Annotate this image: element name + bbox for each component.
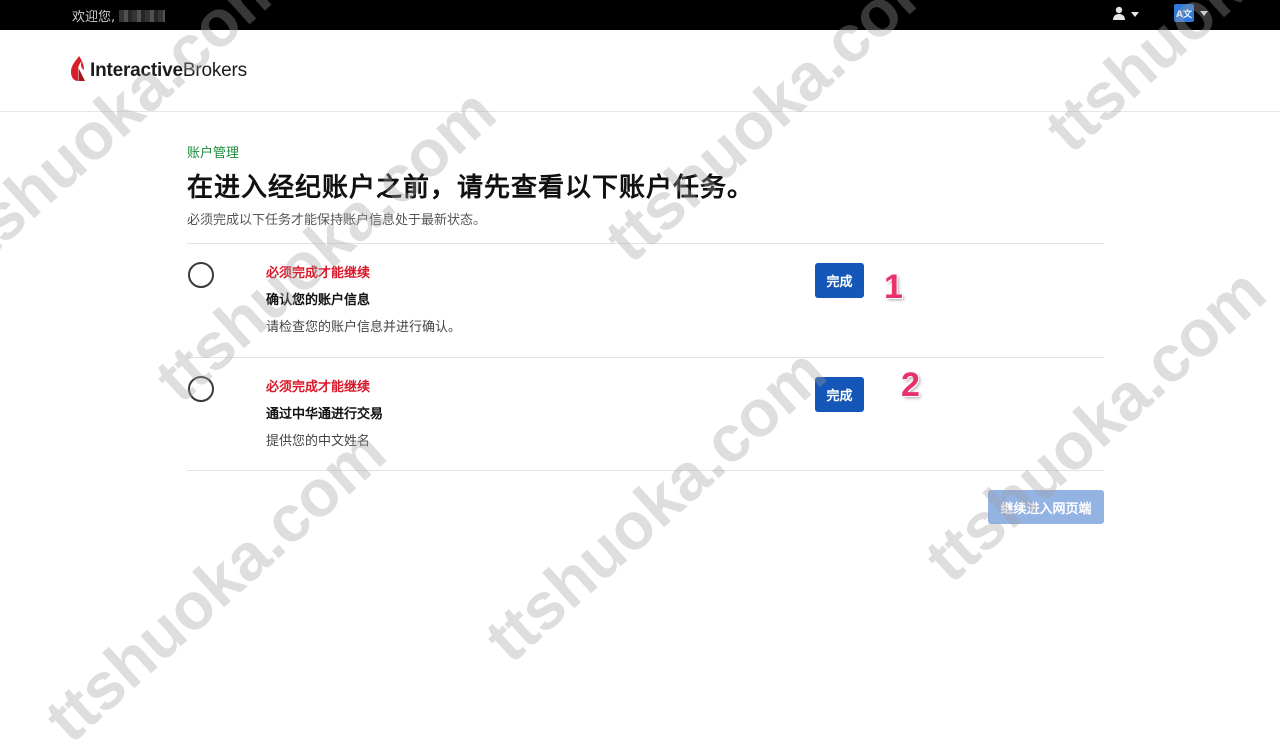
logo-flame-icon <box>70 56 86 86</box>
complete-button[interactable]: 完成 <box>815 263 864 298</box>
task-description: 提供您的中文姓名 <box>266 434 371 449</box>
page-subtitle: 必须完成以下任务才能保持账户信息处于最新状态。 <box>187 213 487 228</box>
logo-text: InteractiveBrokers <box>90 60 247 81</box>
language-menu[interactable]: A文 <box>1174 4 1208 22</box>
task-status-circle[interactable] <box>188 376 214 402</box>
step-number-annotation: 2 <box>901 366 920 404</box>
divider <box>187 470 1104 471</box>
user-icon <box>1112 5 1126 24</box>
welcome-message: 欢迎您, <box>72 6 166 25</box>
task-item-stock-connect: 必须完成才能继续 通过中华通进行交易 提供您的中文姓名 完成 2 <box>187 358 1104 471</box>
chevron-down-icon <box>1200 10 1208 16</box>
breadcrumb[interactable]: 账户管理 <box>187 142 239 161</box>
required-label: 必须完成才能继续 <box>266 380 371 395</box>
page-title: 在进入经纪账户之前，请先查看以下账户任务。 <box>187 173 755 203</box>
task-title: 通过中华通进行交易 <box>266 407 384 422</box>
task-status-circle[interactable] <box>188 262 214 288</box>
complete-button[interactable]: 完成 <box>815 377 864 412</box>
task-title: 确认您的账户信息 <box>266 293 371 308</box>
masked-username <box>119 9 166 22</box>
step-number-annotation: 1 <box>884 268 903 306</box>
top-bar: 欢迎您, A文 <box>0 0 1280 30</box>
task-item-confirm-account-info: 必须完成才能继续 确认您的账户信息 请检查您的账户信息并进行确认。 完成 1 <box>187 244 1104 357</box>
site-header: InteractiveBrokers <box>0 30 1280 112</box>
user-menu[interactable] <box>1112 5 1139 24</box>
chevron-down-icon <box>1131 12 1139 17</box>
required-label: 必须完成才能继续 <box>266 266 371 281</box>
interactive-brokers-logo[interactable]: InteractiveBrokers <box>70 56 247 86</box>
translate-icon: A文 <box>1174 4 1194 22</box>
task-description: 请检查您的账户信息并进行确认。 <box>266 320 462 335</box>
continue-to-portal-button[interactable]: 继续进入网页端 <box>988 490 1104 524</box>
welcome-text: 欢迎您, <box>72 10 116 25</box>
